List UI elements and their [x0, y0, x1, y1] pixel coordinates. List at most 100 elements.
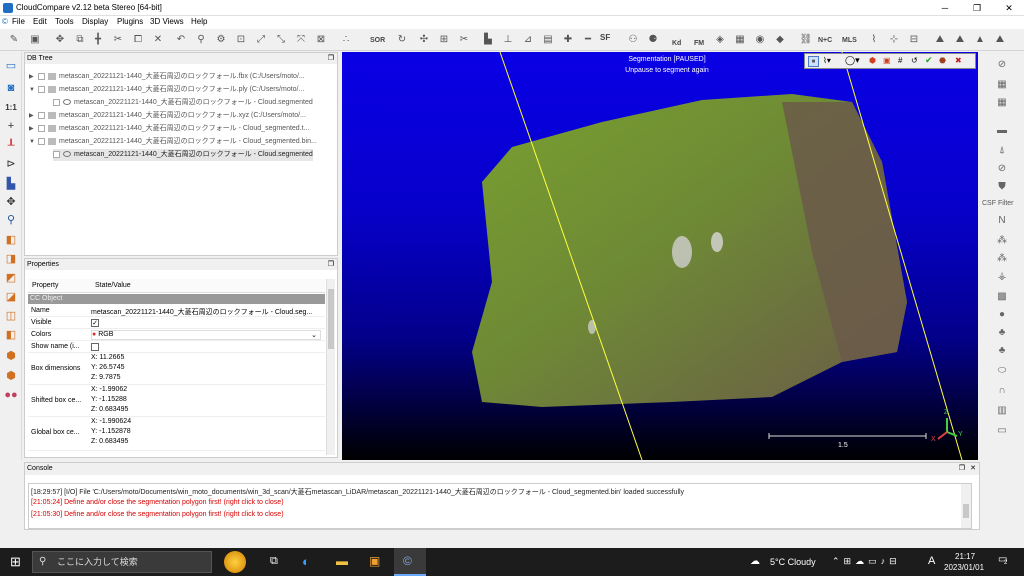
- normal-icon[interactable]: ⊡: [233, 32, 249, 48]
- sor-button[interactable]: SOR: [370, 37, 385, 44]
- properties-scrollbar[interactable]: [326, 279, 335, 455]
- panel-icon[interactable]: ▥: [995, 404, 1009, 418]
- lasso-icon[interactable]: ⌇▾: [823, 56, 831, 65]
- tree-item[interactable]: ▶ metascan_20221121-1440_大菱石周辺のロックフォール - …: [29, 123, 309, 135]
- sphere-icon[interactable]: ●: [995, 308, 1009, 322]
- remove-sf-icon[interactable]: ━: [580, 32, 596, 48]
- tree-icon[interactable]: ♣: [995, 344, 1009, 358]
- fm-button[interactable]: FM: [694, 40, 704, 47]
- center-icon[interactable]: +: [3, 118, 19, 134]
- fill-icon[interactable]: ▭: [995, 424, 1009, 438]
- reset-icon[interactable]: ↺: [911, 56, 918, 65]
- surface-icon[interactable]: ⛰: [932, 32, 948, 48]
- delete-icon[interactable]: ✕: [150, 32, 166, 48]
- menu-3d-views[interactable]: 3D Views: [150, 17, 184, 26]
- tree-icon[interactable]: ♣: [995, 326, 1009, 340]
- crop-icon[interactable]: ⊞: [436, 32, 452, 48]
- float-icon[interactable]: ❐: [959, 463, 965, 475]
- iso-front-icon[interactable]: ⬢: [3, 348, 19, 364]
- hidden-icon[interactable]: ▦: [732, 32, 748, 48]
- dem-icon[interactable]: ⛰: [992, 32, 1008, 48]
- clone-icon[interactable]: ⧠: [130, 32, 146, 48]
- move-icon[interactable]: ✣: [416, 32, 432, 48]
- pick-icon[interactable]: ↶: [173, 32, 189, 48]
- weather-widget-icon[interactable]: [224, 551, 246, 573]
- compare-icon[interactable]: ⊠: [313, 32, 329, 48]
- float-icon[interactable]: ❐: [328, 53, 334, 64]
- grid-plugin-icon[interactable]: ▩: [995, 290, 1009, 304]
- distance-icon[interactable]: ⤧: [293, 32, 309, 48]
- nc-button[interactable]: N+C: [818, 37, 832, 44]
- brush-icon[interactable]: ⍋: [995, 144, 1009, 158]
- menu-display[interactable]: Display: [82, 17, 108, 26]
- register-icon[interactable]: ⤢: [253, 32, 269, 48]
- expand-icon[interactable]: ▶: [29, 110, 38, 122]
- canupo-icon[interactable]: ⚇: [625, 32, 641, 48]
- edge-icon[interactable]: ◐: [302, 554, 310, 569]
- minimize-button[interactable]: ─: [930, 0, 960, 16]
- console-scrollbar[interactable]: [961, 484, 971, 528]
- cluster-icon[interactable]: ⁂: [995, 252, 1009, 266]
- clapper-icon[interactable]: ▬: [995, 124, 1009, 138]
- scrollbar-thumb[interactable]: [328, 289, 334, 349]
- pivot-icon[interactable]: ┸: [3, 138, 19, 154]
- tree-checkbox[interactable]: [53, 150, 60, 158]
- sf-button[interactable]: SF: [600, 34, 610, 42]
- tree-checkbox[interactable]: [38, 72, 45, 80]
- add-sf-icon[interactable]: ✚: [560, 32, 576, 48]
- rotate-icon[interactable]: ↻: [394, 32, 410, 48]
- maximize-button[interactable]: ❐: [962, 0, 992, 16]
- csf-filter-label[interactable]: CSF Filter: [982, 200, 1014, 207]
- sample-icon[interactable]: ⚲: [193, 32, 209, 48]
- segment-in-icon[interactable]: ⬢: [869, 56, 876, 65]
- menu-file[interactable]: File: [12, 17, 25, 26]
- cone-icon[interactable]: ⚶: [995, 270, 1009, 284]
- cancel-icon[interactable]: ✖: [955, 56, 962, 65]
- colors-select[interactable]: ● RGB ⌄: [91, 330, 321, 340]
- clock-date[interactable]: 2023/01/01: [944, 563, 984, 572]
- plugin-icon[interactable]: ▦: [995, 96, 1009, 110]
- slice-icon[interactable]: ⊟: [906, 32, 922, 48]
- tree-item[interactable]: ▼ metascan_20221121-1440_大菱石周辺のロックフォール.pl…: [29, 84, 304, 96]
- cut-icon[interactable]: ✂: [456, 32, 472, 48]
- windows-start-icon[interactable]: ⊞: [10, 554, 21, 570]
- tree-item-selected[interactable]: metascan_20221121-1440_大菱石周辺のロックフォール - C…: [53, 149, 313, 161]
- view-front-icon[interactable]: ◨: [3, 251, 19, 267]
- collapse-icon[interactable]: ▼: [29, 136, 38, 148]
- arch-icon[interactable]: ∩: [995, 384, 1009, 398]
- segment-out-icon[interactable]: ▣: [883, 56, 891, 65]
- tree-item[interactable]: ▶ metascan_20221121-1440_大菱石周辺のロックフォール.xy…: [29, 110, 306, 122]
- terrain-icon[interactable]: ⛰: [952, 32, 968, 48]
- merge-icon[interactable]: ⧉: [72, 32, 88, 48]
- curve-icon[interactable]: ⌇: [866, 32, 882, 48]
- cloudcompare-task[interactable]: ©: [394, 548, 426, 576]
- tree-item[interactable]: ▶ metascan_20221121-1440_大菱石周辺のロックフォール.fb…: [29, 71, 305, 83]
- kd-button[interactable]: Kd: [672, 40, 681, 47]
- tree-checkbox[interactable]: [38, 137, 45, 145]
- tray-icons[interactable]: ⌃⊞☁▭♪⊟: [832, 556, 901, 567]
- view-right-icon[interactable]: ◫: [3, 308, 19, 324]
- screen-icon[interactable]: ▭: [3, 58, 19, 74]
- grid-icon[interactable]: #: [898, 56, 902, 65]
- export-icon[interactable]: ⬣: [939, 56, 946, 65]
- camera-icon[interactable]: ◙: [3, 80, 19, 96]
- showname-checkbox[interactable]: [91, 343, 99, 351]
- expand-icon[interactable]: ▶: [29, 71, 38, 83]
- collapse-icon[interactable]: ▼: [29, 84, 38, 96]
- graph-icon[interactable]: ⊿: [520, 32, 536, 48]
- tree-checkbox[interactable]: [38, 85, 45, 93]
- plot-icon[interactable]: ⊥: [500, 32, 516, 48]
- tree-checkbox[interactable]: [38, 111, 45, 119]
- app-menu-icon[interactable]: ©: [2, 17, 8, 26]
- view-back-icon[interactable]: ◪: [3, 289, 19, 305]
- store-icon[interactable]: ▣: [369, 554, 380, 568]
- confirm-icon[interactable]: ✔: [925, 55, 933, 66]
- menu-tools[interactable]: Tools: [55, 17, 74, 26]
- stereo-icon[interactable]: ●●: [3, 387, 19, 403]
- sphere-icon[interactable]: ◉: [752, 32, 768, 48]
- ime-indicator[interactable]: A: [928, 555, 935, 567]
- menu-edit[interactable]: Edit: [33, 17, 47, 26]
- weather-text[interactable]: 5°C Cloudy: [770, 557, 816, 567]
- float-icon[interactable]: ❐: [328, 259, 334, 270]
- view-left-icon[interactable]: ◩: [3, 270, 19, 286]
